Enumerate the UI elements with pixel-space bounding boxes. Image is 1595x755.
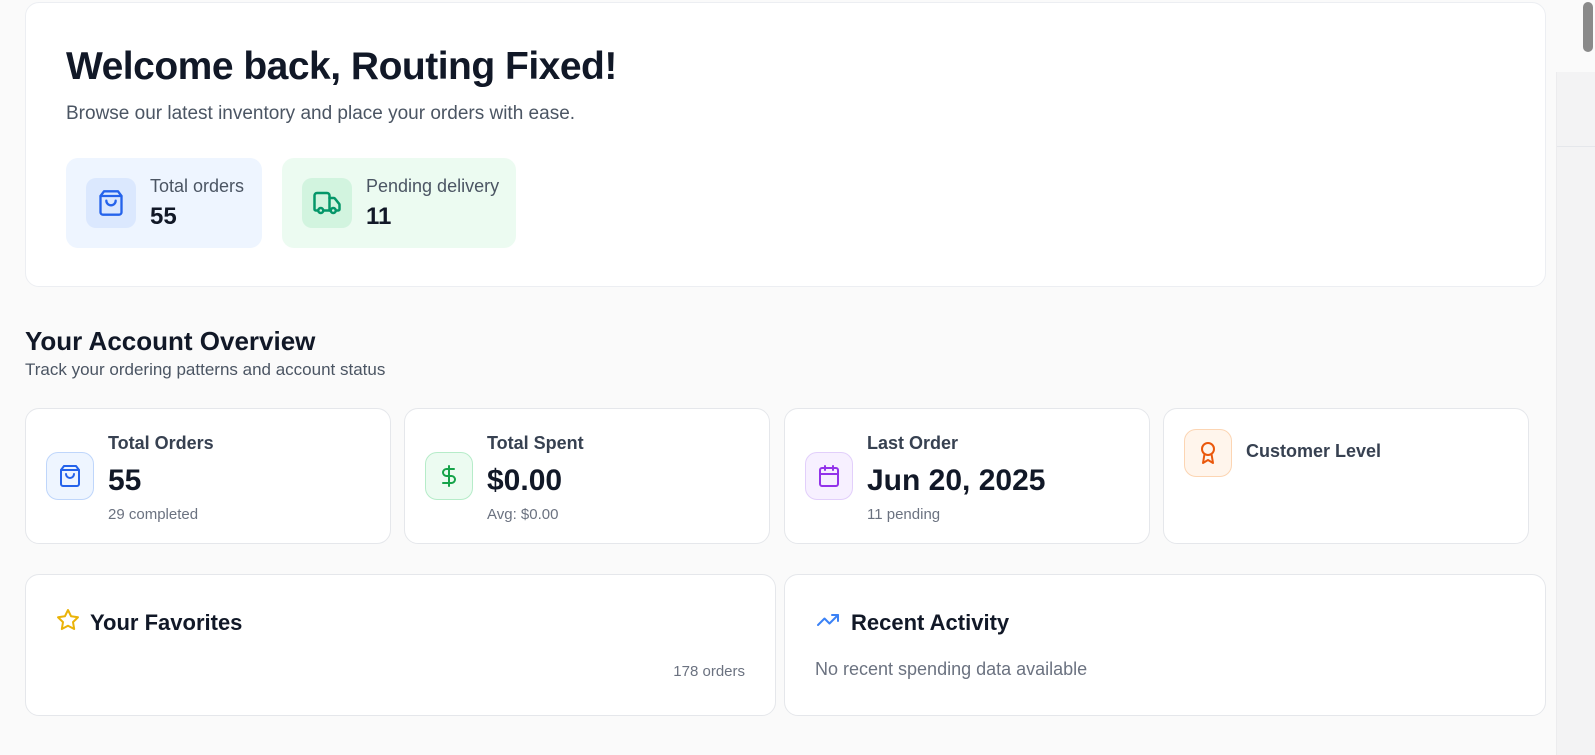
truck-icon bbox=[302, 178, 352, 228]
metric-label: Customer Level bbox=[1246, 441, 1382, 461]
total-spent-card: Total Spent $0.00 Avg: $0.00 bbox=[404, 408, 770, 544]
recent-activity-empty-text: No recent spending data available bbox=[815, 659, 1088, 679]
total-orders-card: Total Orders 55 29 completed bbox=[25, 408, 391, 544]
metric-label: Last Order bbox=[867, 433, 959, 453]
metric-value: 55 bbox=[108, 464, 142, 497]
metric-value: Jun 20, 2025 bbox=[867, 464, 1046, 497]
metric-footer: Avg: $0.00 bbox=[487, 506, 559, 523]
trending-up-icon bbox=[815, 608, 841, 637]
overview-title: Your Account Overview bbox=[25, 326, 316, 356]
metric-footer: 29 completed bbox=[108, 506, 199, 523]
welcome-title: Welcome back, Routing Fixed! bbox=[66, 45, 617, 88]
pending-delivery-value: 11 bbox=[366, 202, 392, 230]
calendar-icon bbox=[805, 452, 853, 500]
customer-level-card: Customer Level bbox=[1163, 408, 1529, 544]
total-orders-stat: Total orders 55 bbox=[66, 158, 262, 248]
favorites-order-count: 178 orders bbox=[673, 663, 745, 680]
pending-delivery-stat: Pending delivery 11 bbox=[282, 158, 516, 248]
welcome-card: Welcome back, Routing Fixed! Browse our … bbox=[25, 2, 1546, 287]
last-order-card: Last Order Jun 20, 2025 11 pending bbox=[784, 408, 1150, 544]
star-icon bbox=[56, 608, 80, 637]
favorites-title: Your Favorites bbox=[90, 609, 243, 635]
welcome-subtitle: Browse our latest inventory and place yo… bbox=[66, 103, 576, 124]
total-orders-label: Total orders bbox=[150, 175, 245, 196]
award-icon bbox=[1184, 429, 1232, 477]
dollar-icon bbox=[425, 452, 473, 500]
favorites-card: Your Favorites 178 orders bbox=[25, 574, 776, 716]
metric-label: Total Spent bbox=[487, 433, 584, 453]
total-orders-value: 55 bbox=[150, 202, 177, 230]
recent-activity-title: Recent Activity bbox=[851, 609, 1010, 635]
shopping-bag-icon bbox=[46, 452, 94, 500]
recent-activity-card: Recent Activity No recent spending data … bbox=[784, 574, 1546, 716]
metric-label: Total Orders bbox=[108, 433, 214, 453]
pending-delivery-label: Pending delivery bbox=[366, 175, 500, 196]
overview-subtitle: Track your ordering patterns and account… bbox=[25, 360, 386, 379]
dashboard-page: Welcome back, Routing Fixed! Browse our … bbox=[0, 0, 1595, 755]
scrollbar-thumb[interactable] bbox=[1583, 2, 1593, 52]
metric-footer: 11 pending bbox=[867, 506, 941, 523]
metric-value: $0.00 bbox=[487, 464, 563, 497]
shopping-bag-icon bbox=[86, 178, 136, 228]
scrollbar[interactable] bbox=[1580, 0, 1595, 755]
